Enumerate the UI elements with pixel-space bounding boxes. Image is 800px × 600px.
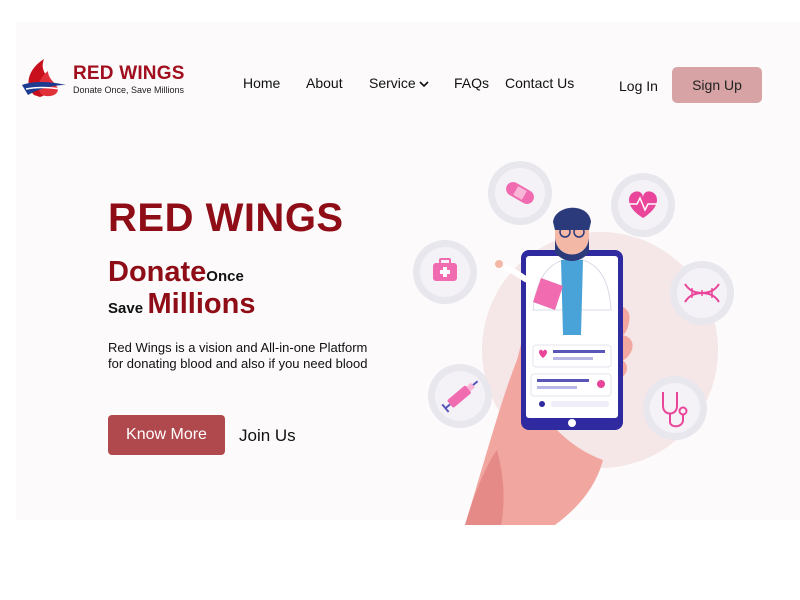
hero-description: Red Wings is a vision and All-in-one Pla… <box>108 340 368 371</box>
wing-logo-icon <box>22 59 66 97</box>
hero-tagline-line2: Save Millions <box>108 288 255 321</box>
logo[interactable]: RED WINGS Donate Once, Save Millions <box>20 55 190 100</box>
tag-once: Once <box>206 268 244 285</box>
know-more-button[interactable]: Know More <box>108 415 225 455</box>
stethoscope-icon <box>643 376 707 440</box>
footer-band <box>16 520 800 600</box>
tag-donate: Donate <box>108 256 207 288</box>
dna-icon <box>670 261 734 325</box>
heart-pulse-icon <box>611 173 675 237</box>
tag-millions: Millions <box>147 288 256 320</box>
nav-service-label: Service <box>369 75 416 91</box>
bandage-icon <box>488 161 552 225</box>
nav-faqs[interactable]: FAQs <box>454 75 489 91</box>
brand-name: RED WINGS <box>73 63 185 84</box>
first-aid-kit-icon <box>413 240 477 304</box>
brand-tagline: Donate Once, Save Millions <box>73 85 185 95</box>
nav-contact-us[interactable]: Contact Us <box>505 75 574 91</box>
nav-about[interactable]: About <box>306 75 343 91</box>
join-us-link[interactable]: Join Us <box>239 426 296 446</box>
syringe-icon <box>428 364 492 428</box>
tag-save: Save <box>108 300 144 317</box>
doctor-phone-illustration <box>413 161 734 525</box>
hero-title: RED WINGS <box>108 196 344 240</box>
chevron-down-icon <box>419 81 429 88</box>
nav-home[interactable]: Home <box>243 75 280 91</box>
nav-service[interactable]: Service <box>369 75 429 91</box>
login-link[interactable]: Log In <box>619 78 658 94</box>
signup-button[interactable]: Sign Up <box>672 67 762 103</box>
hero-tagline-line1: DonateOnce <box>108 256 244 289</box>
